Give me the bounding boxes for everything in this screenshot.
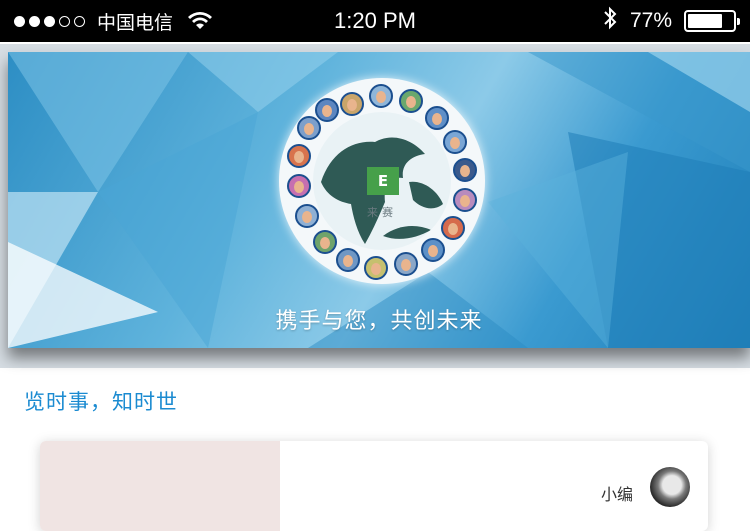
- status-right: 77%: [602, 0, 740, 42]
- member-avatar: [441, 216, 465, 240]
- member-avatar: [297, 116, 321, 140]
- member-avatar: [394, 252, 418, 276]
- member-avatar: [287, 174, 311, 198]
- banner-image[interactable]: E 来赛 携手与您，共创未来: [8, 52, 750, 348]
- member-avatar: [313, 230, 337, 254]
- member-avatar: [425, 106, 449, 130]
- banner-slogan: 携手与您，共创未来: [275, 309, 483, 334]
- member-avatar: [453, 158, 477, 182]
- section-title: 览时事，知时世: [24, 390, 178, 414]
- member-avatar: [443, 130, 467, 154]
- bluetooth-icon: [602, 5, 618, 37]
- member-avatar: [295, 204, 319, 228]
- member-avatar: [453, 188, 477, 212]
- status-bar: 中国电信 1:20 PM 77%: [0, 0, 750, 42]
- logo-emblem: E 来赛: [279, 78, 485, 284]
- author-name: 小编: [601, 485, 634, 504]
- news-thumbnail[interactable]: [40, 441, 280, 531]
- member-avatar: [287, 144, 311, 168]
- battery-icon: [684, 10, 740, 32]
- battery-level: [688, 14, 722, 28]
- member-avatar: [364, 256, 388, 280]
- news-card[interactable]: 小编: [40, 441, 708, 531]
- member-avatar: [399, 89, 423, 113]
- member-avatar: [421, 238, 445, 262]
- battery-percent: 77%: [629, 9, 672, 32]
- member-avatar: [340, 92, 364, 116]
- author-avatar[interactable]: [650, 467, 690, 507]
- brand-logo-icon: E: [367, 167, 399, 195]
- member-avatar: [315, 98, 339, 122]
- banner-carousel[interactable]: E 来赛 携手与您，共创未来: [0, 44, 750, 368]
- member-avatar: [369, 84, 393, 108]
- member-avatar: [336, 248, 360, 272]
